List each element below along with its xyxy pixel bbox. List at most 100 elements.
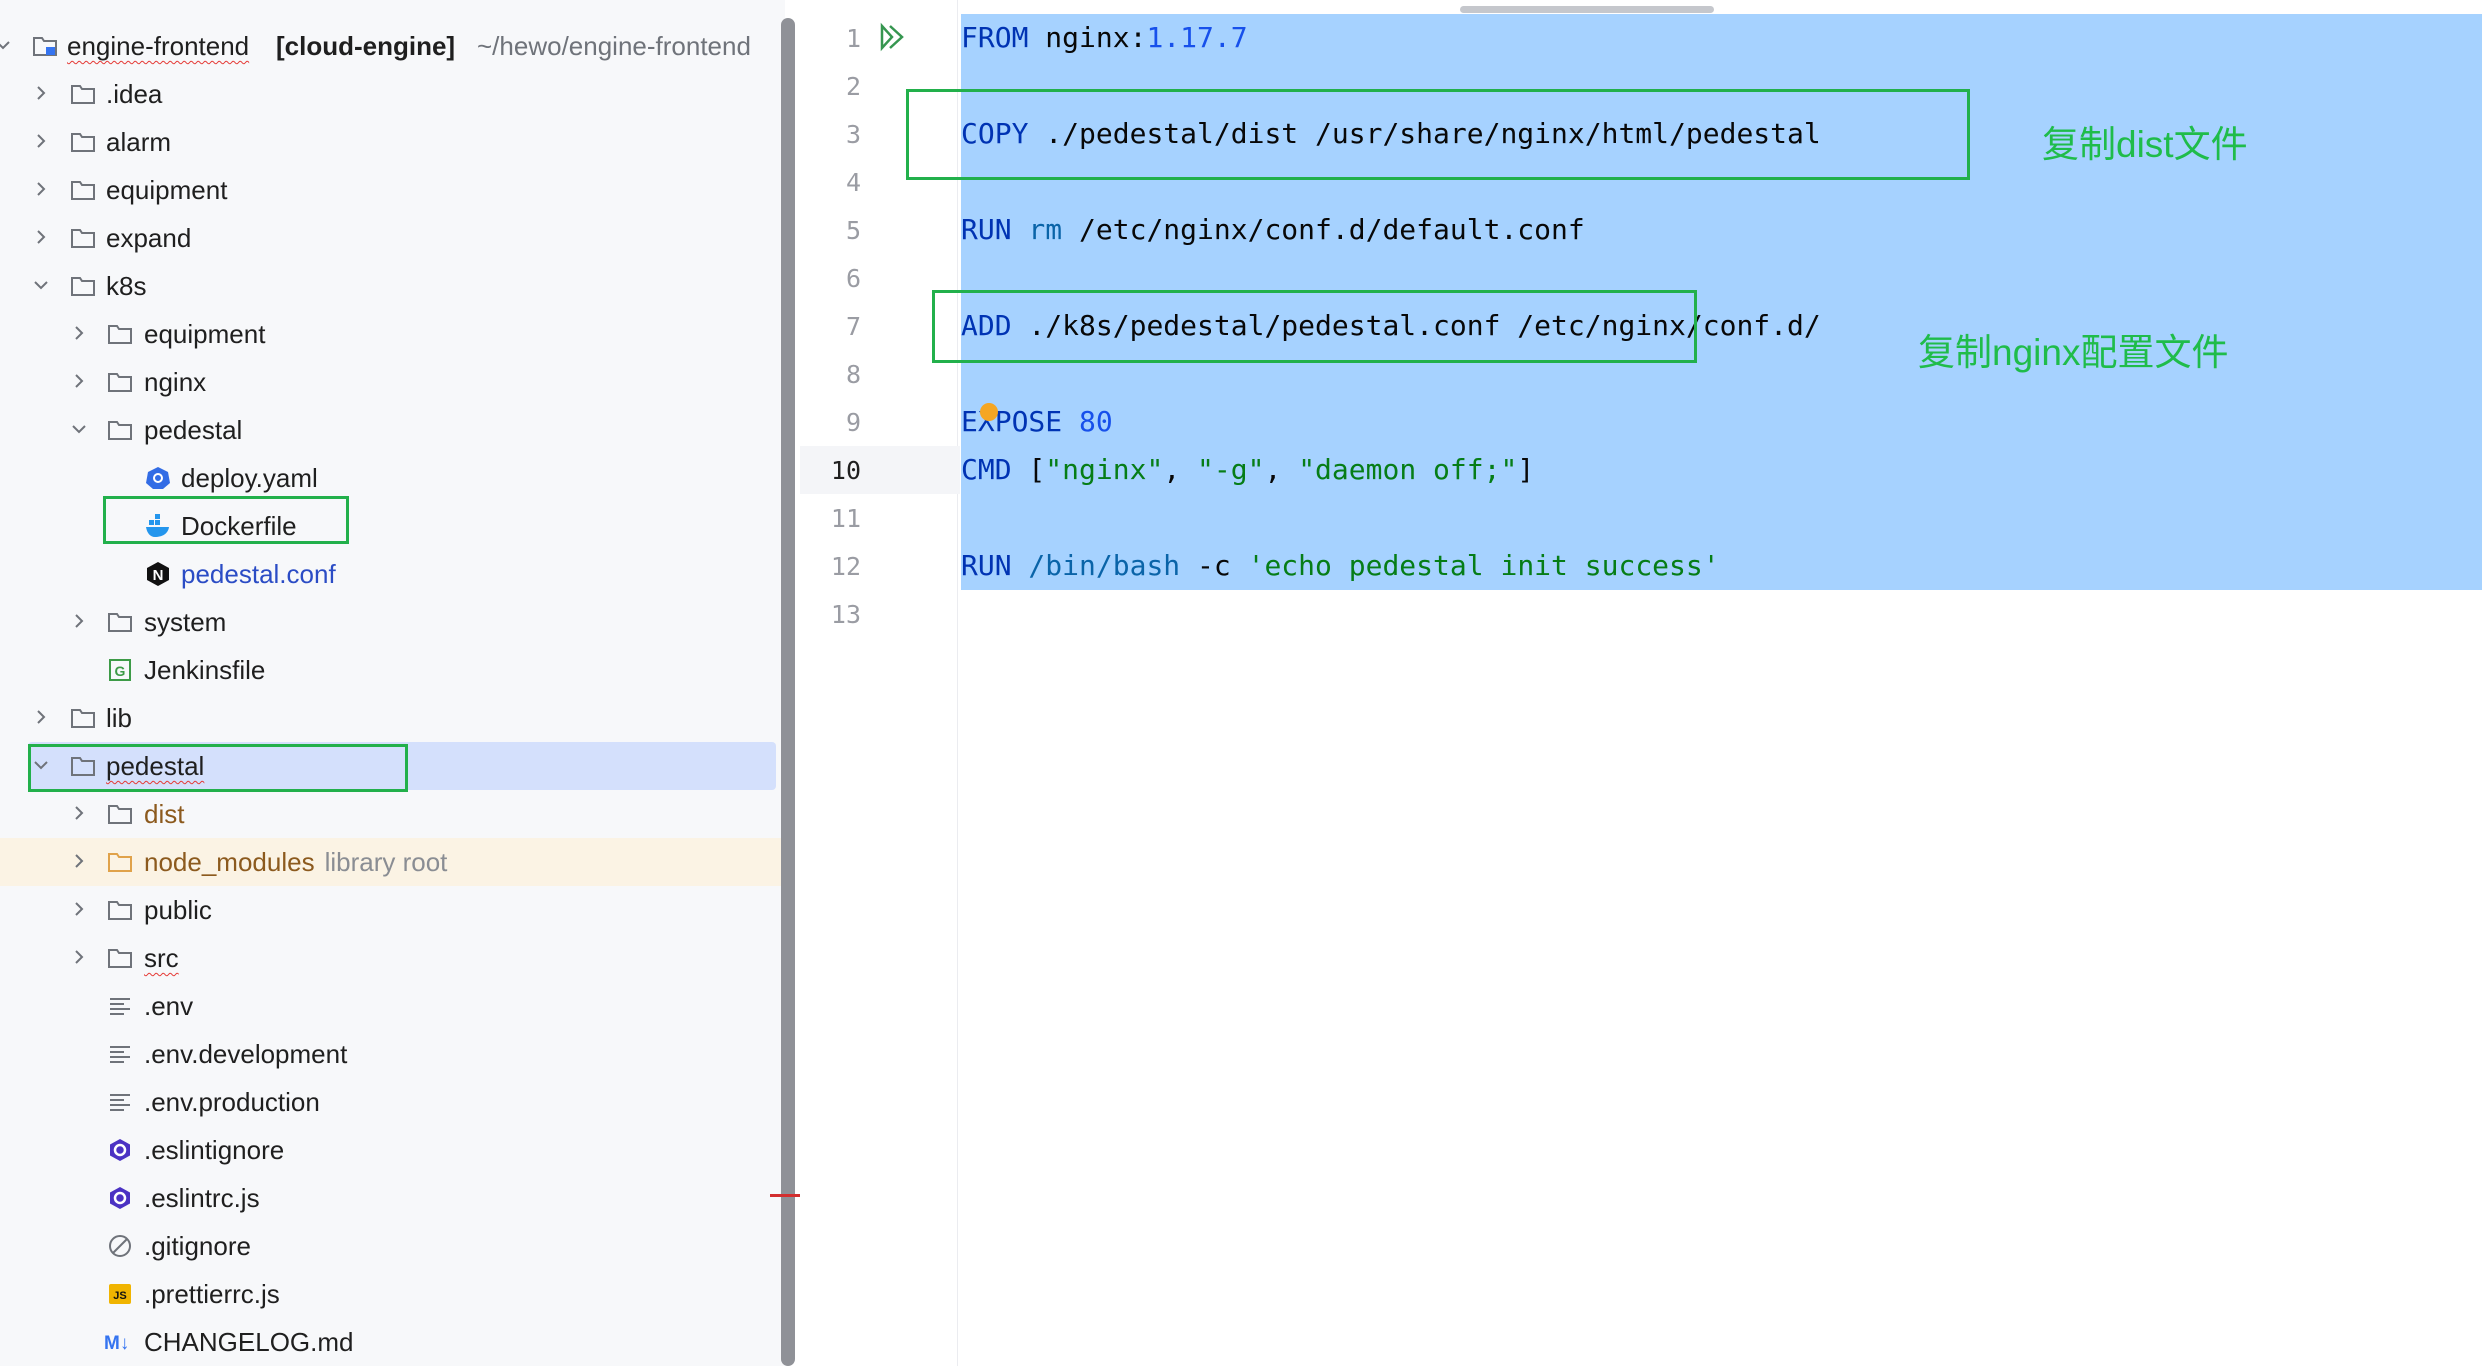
tree-item-idea[interactable]: .idea [0,70,785,118]
chevron-right-icon[interactable] [70,612,88,630]
tree-item-label: lib [106,703,133,733]
root-module-name: [cloud-engine] [276,31,456,61]
folder-icon [107,370,133,394]
chevron-right-icon[interactable] [70,900,88,918]
highlight-box-pedestal [28,744,408,792]
tree-item-label: public [144,895,212,925]
line-number: 11 [830,504,861,533]
markdown-icon: M↓ [104,1330,138,1354]
tree-item-label: equipment [144,319,266,349]
chevron-down-icon[interactable] [32,276,50,294]
line-number: 12 [830,552,861,581]
chevron-right-icon[interactable] [70,948,88,966]
chevron-down-icon[interactable] [70,420,88,438]
folder-icon [107,898,133,922]
tree-item-nginx[interactable]: nginx [0,358,785,406]
tree-item-label: expand [106,223,192,253]
folder-icon [70,178,96,202]
chevron-right-icon[interactable] [70,372,88,390]
line-number-current: 10 [830,456,861,485]
tree-item-eslintrc[interactable]: .eslintrc.js [0,1174,785,1222]
tree-item-system[interactable]: system [0,598,785,646]
folder-icon [107,946,133,970]
tree-item-equipment[interactable]: equipment [0,166,785,214]
folder-icon [107,802,133,826]
tree-item-gitignore[interactable]: .gitignore [0,1222,785,1270]
tree-item-pedestal-conf[interactable]: N pedestal.conf [0,550,785,598]
tree-item-label: .env.development [144,1039,348,1069]
tree-item-label: .gitignore [144,1231,251,1261]
tree-item-deploy-yaml[interactable]: deploy.yaml [0,454,785,502]
tree-item-expand[interactable]: expand [0,214,785,262]
chevron-right-icon[interactable] [70,324,88,342]
chevron-right-icon[interactable] [70,852,88,870]
tree-item-env-development[interactable]: .env.development [0,1030,785,1078]
highlight-box-add [932,290,1697,363]
tree-item-lib[interactable]: lib [0,694,785,742]
horizontal-scrollbar[interactable] [1460,6,1714,13]
eslint-icon [107,1138,133,1162]
tree-item-label: .eslintrc.js [144,1183,260,1213]
root-path: ~/hewo/engine-frontend [477,31,751,61]
chevron-right-icon[interactable] [32,132,50,150]
tree-item-label: dist [144,799,185,829]
text-file-icon [107,994,133,1018]
tree-item-eslintignore[interactable]: .eslintignore [0,1126,785,1174]
tree-item-k8s-equipment[interactable]: equipment [0,310,785,358]
tree-root-row[interactable]: engine-frontend [cloud-engine] ~/hewo/en… [0,22,785,70]
intention-bulb-icon[interactable] [980,403,998,421]
chevron-right-icon[interactable] [32,180,50,198]
tree-item-label: .eslintignore [144,1135,285,1165]
svg-text:JS: JS [113,1290,126,1302]
svg-text:M↓: M↓ [104,1333,129,1354]
tree-item-alarm[interactable]: alarm [0,118,785,166]
tree-item-label: .idea [106,79,163,109]
line-number: 7 [845,312,861,341]
folder-icon [70,130,96,154]
tree-item-dist[interactable]: dist [0,790,785,838]
line-number-gutter: 1 2 3 4 5 6 7 8 9 10 11 12 13 [800,0,960,1366]
chevron-right-icon[interactable] [32,708,50,726]
tree-item-env-production[interactable]: .env.production [0,1078,785,1126]
library-root-tag: library root [324,847,448,877]
groovy-file-icon: G [107,658,133,682]
copy-annotation: 复制dist文件 [2042,124,2248,165]
tree-item-label: pedestal [144,415,243,445]
tree-item-changelog[interactable]: M↓ CHANGELOG.md [0,1318,785,1366]
tree-item-k8s-pedestal[interactable]: pedestal [0,406,785,454]
line-number: 4 [845,168,861,197]
tree-item-jenkinsfile[interactable]: G Jenkinsfile [0,646,785,694]
line-number: 6 [845,264,861,293]
tree-item-label: pedestal.conf [181,559,336,589]
tree-item-node-modules[interactable]: node_modules library root [0,838,785,886]
tree-scrollbar[interactable] [781,18,795,1366]
tree-item-label: deploy.yaml [181,463,318,493]
nginx-icon: N [145,562,171,586]
run-icon[interactable] [878,22,908,52]
line-number: 5 [845,216,861,245]
add-annotation: 复制nginx配置文件 [1918,332,2229,373]
folder-icon [70,82,96,106]
root-project-name: engine-frontend [67,31,250,61]
tree-item-label: .prettierrc.js [144,1279,280,1309]
chevron-down-icon[interactable] [0,36,12,54]
tree-item-label: nginx [144,367,207,397]
tree-item-label: system [144,607,227,637]
kubernetes-icon [145,466,171,490]
library-folder-icon [107,850,133,874]
code-line-10: CMD ["nginx", "-g", "daemon off;"] [961,453,1535,486]
code-editor[interactable]: 1 2 3 4 5 6 7 8 9 10 11 12 13 FROM nginx… [800,0,2482,1366]
tree-item-label: src [144,943,179,973]
tree-item-public[interactable]: public [0,886,785,934]
line-number: 2 [845,72,861,101]
tree-item-env[interactable]: .env [0,982,785,1030]
tree-item-src[interactable]: src [0,934,785,982]
tree-item-prettierrc[interactable]: JS .prettierrc.js [0,1270,785,1318]
folder-icon [70,226,96,250]
chevron-right-icon[interactable] [32,84,50,102]
folder-icon [107,322,133,346]
chevron-right-icon[interactable] [70,804,88,822]
code-line-5: RUN rm /etc/nginx/conf.d/default.conf [961,213,1585,246]
chevron-right-icon[interactable] [32,228,50,246]
tree-item-k8s[interactable]: k8s [0,262,785,310]
